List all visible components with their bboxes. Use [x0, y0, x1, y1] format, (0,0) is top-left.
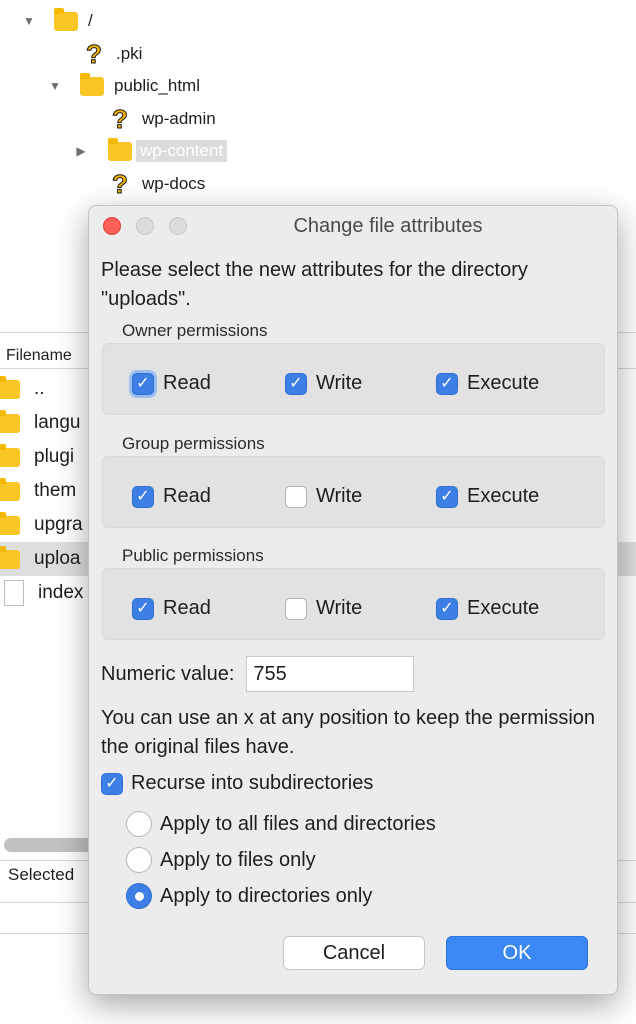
public-permissions-group: ✓ Read Write ✓ Execute	[102, 568, 605, 640]
disclosure-down-icon[interactable]: ▼	[48, 79, 62, 93]
radio-unselected-icon[interactable]	[126, 811, 152, 837]
checkmark-icon[interactable]: ✓	[132, 372, 154, 395]
group-execute-checkbox[interactable]: ✓ Execute	[436, 485, 539, 508]
owner-permissions-label: Owner permissions	[122, 321, 268, 340]
change-file-attributes-dialog: Change file attributes Please select the…	[88, 205, 618, 995]
cancel-button[interactable]: Cancel	[283, 936, 425, 970]
folder-icon	[0, 409, 20, 433]
tree-item-root[interactable]: ▼ /	[22, 6, 93, 36]
folder-icon	[0, 477, 20, 501]
apply-directories-only-radio[interactable]: Apply to directories only	[126, 883, 372, 909]
file-name: index	[38, 582, 84, 603]
checkbox-empty-icon[interactable]	[285, 485, 307, 508]
group-write-checkbox[interactable]: Write	[285, 485, 362, 508]
checkmark-icon[interactable]: ✓	[436, 485, 458, 508]
numeric-value-input[interactable]	[246, 656, 415, 692]
tree-item-label: wp-docs	[142, 174, 206, 193]
group-permissions-label: Group permissions	[122, 434, 265, 453]
checkmark-icon[interactable]: ✓	[101, 772, 123, 795]
numeric-value-label: Numeric value:	[101, 662, 235, 685]
folder-icon	[108, 137, 132, 161]
tree-item-label: public_html	[114, 76, 200, 95]
checkbox-empty-icon[interactable]	[285, 597, 307, 620]
public-write-checkbox[interactable]: Write	[285, 597, 362, 620]
checkmark-icon[interactable]: ✓	[285, 372, 307, 395]
checkmark-icon[interactable]: ✓	[132, 597, 154, 620]
group-permissions-group: ✓ Read Write ✓ Execute	[102, 456, 605, 528]
apply-files-only-radio[interactable]: Apply to files only	[126, 847, 316, 873]
tree-item-wp-docs[interactable]: ? wp-docs	[108, 169, 206, 199]
tree-item-label: .pki	[116, 44, 143, 63]
dialog-title: Change file attributes	[293, 215, 483, 237]
file-name: plugi	[34, 446, 75, 467]
file-name: langu	[34, 412, 81, 433]
group-read-checkbox[interactable]: ✓ Read	[132, 485, 211, 508]
question-mark-icon: ?	[86, 39, 103, 69]
owner-permissions-group: ✓ Read ✓ Write ✓ Execute	[102, 343, 605, 415]
radio-selected-icon[interactable]	[126, 883, 152, 909]
tree-item-label: wp-admin	[142, 109, 216, 128]
numeric-value-row: Numeric value:	[101, 656, 415, 692]
folder-icon	[0, 443, 20, 467]
tree-item-wp-content[interactable]: ▶ wp-content	[74, 136, 228, 166]
folder-icon	[54, 7, 78, 31]
disclosure-down-icon[interactable]: ▼	[22, 14, 36, 28]
recurse-subdirectories-checkbox[interactable]: ✓ Recurse into subdirectories	[101, 772, 373, 795]
tree-item-wp-admin[interactable]: ? wp-admin	[108, 104, 216, 134]
question-mark-icon: ?	[112, 169, 129, 199]
file-name: them	[34, 480, 77, 501]
file-name: uploa	[34, 548, 81, 569]
question-mark-icon: ?	[112, 104, 129, 134]
tree-item-label: /	[88, 11, 93, 30]
public-permissions-label: Public permissions	[122, 546, 264, 565]
owner-execute-checkbox[interactable]: ✓ Execute	[436, 372, 539, 395]
tree-item-pki[interactable]: ? .pki	[82, 39, 143, 69]
folder-icon	[0, 511, 20, 535]
radio-unselected-icon[interactable]	[126, 847, 152, 873]
checkmark-icon[interactable]: ✓	[132, 485, 154, 508]
tree-item-label: wp-content	[136, 140, 228, 162]
owner-read-checkbox[interactable]: ✓ Read	[132, 372, 211, 395]
apply-all-radio[interactable]: Apply to all files and directories	[126, 811, 436, 837]
public-execute-checkbox[interactable]: ✓ Execute	[436, 597, 539, 620]
folder-icon	[80, 72, 104, 96]
public-read-checkbox[interactable]: ✓ Read	[132, 597, 211, 620]
disclosure-right-icon[interactable]: ▶	[74, 144, 88, 158]
tree-item-public-html[interactable]: ▼ public_html	[48, 71, 200, 101]
file-name: upgra	[34, 514, 83, 535]
folder-icon	[0, 545, 20, 569]
dialog-titlebar[interactable]: Change file attributes	[89, 206, 617, 246]
owner-write-checkbox[interactable]: ✓ Write	[285, 372, 362, 395]
dialog-prompt: Please select the new attributes for the…	[101, 259, 528, 310]
folder-icon	[0, 375, 20, 399]
checkmark-icon[interactable]: ✓	[436, 372, 458, 395]
ok-button[interactable]: OK	[446, 936, 588, 970]
checkmark-icon[interactable]: ✓	[436, 597, 458, 620]
file-name: ..	[34, 378, 45, 399]
numeric-hint-text: You can use an x at any position to keep…	[101, 707, 596, 758]
file-icon	[4, 580, 24, 606]
